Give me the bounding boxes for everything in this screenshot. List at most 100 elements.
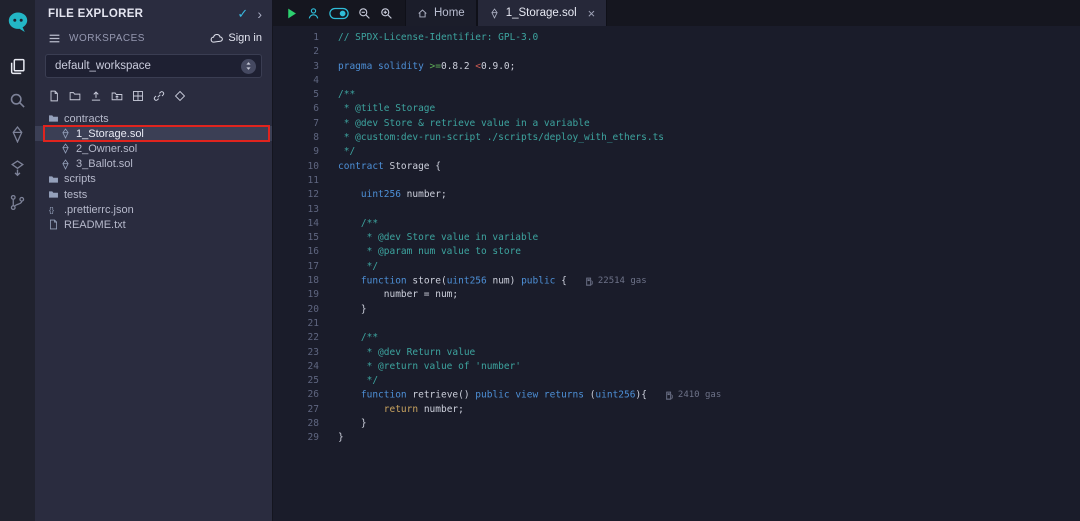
git-icon[interactable]	[0, 185, 35, 219]
tree-item-scripts[interactable]: scripts	[35, 172, 272, 187]
folder-icon	[48, 174, 59, 185]
tree-item-label: 1_Storage.sol	[76, 128, 144, 140]
deploy-run-icon[interactable]	[0, 151, 35, 185]
code-line-7[interactable]: * @dev Store & retrieve value in a varia…	[338, 117, 1080, 131]
line-number: 8	[273, 131, 319, 145]
sign-in-button[interactable]: Sign in	[210, 32, 262, 45]
file-tree: contracts 1_Storage.sol2_Owner.sol3_Ballo…	[35, 111, 272, 233]
chevron-right-icon[interactable]: ›	[257, 7, 262, 21]
svg-text:{}: {}	[49, 205, 55, 214]
menu-icon[interactable]	[48, 32, 61, 45]
line-number: 17	[273, 260, 319, 274]
search-icon[interactable]	[0, 83, 35, 117]
folder-icon	[48, 189, 59, 200]
code-line-11[interactable]	[338, 174, 1080, 188]
editor-toolbar	[273, 0, 405, 26]
code-line-16[interactable]: * @param num value to store	[338, 245, 1080, 259]
code-line-20[interactable]: }	[338, 303, 1080, 317]
zoom-out-icon[interactable]	[358, 7, 371, 20]
code-line-22[interactable]: /**	[338, 331, 1080, 345]
code-line-21[interactable]	[338, 317, 1080, 331]
code-line-24[interactable]: * @return value of 'number'	[338, 360, 1080, 374]
code-line-6[interactable]: * @title Storage	[338, 102, 1080, 116]
remix-logo-icon[interactable]	[0, 5, 35, 39]
editor-area: Home1_Storage.sol× 123456789101112131415…	[273, 0, 1080, 521]
line-number: 19	[273, 288, 319, 302]
line-number: 14	[273, 217, 319, 231]
code-line-14[interactable]: /**	[338, 217, 1080, 231]
updown-stepper-icon[interactable]	[241, 59, 256, 74]
new-file-icon[interactable]	[48, 90, 60, 102]
line-number: 24	[273, 360, 319, 374]
tree-item-.prettierrc.json[interactable]: {}.prettierrc.json	[35, 202, 272, 217]
tree-item-2_Owner.sol[interactable]: 2_Owner.sol	[35, 141, 272, 156]
code-line-2[interactable]	[338, 45, 1080, 59]
close-tab-icon[interactable]: ×	[588, 7, 596, 20]
copilot-toggle-icon[interactable]	[329, 7, 349, 20]
tree-item-README.txt[interactable]: README.txt	[35, 217, 272, 232]
tree-item-contracts[interactable]: contracts	[35, 111, 272, 126]
code-line-27[interactable]: return number;	[338, 403, 1080, 417]
solidity-icon	[60, 159, 71, 170]
gas-estimate-text: 2410 gas	[678, 388, 721, 402]
new-folder-icon[interactable]	[69, 90, 81, 102]
workspace-select-value: default_workspace	[55, 60, 235, 72]
code-line-4[interactable]	[338, 74, 1080, 88]
code-line-18[interactable]: function store(uint256 num) public {2251…	[338, 274, 1080, 288]
file-explorer-toolbar	[35, 82, 272, 108]
line-number: 28	[273, 417, 319, 431]
code-line-26[interactable]: function retrieve() public view returns …	[338, 388, 1080, 402]
link-icon[interactable]	[153, 90, 165, 102]
file-explorer-icon[interactable]	[0, 49, 35, 83]
upload-folder-icon[interactable]	[111, 90, 123, 102]
json-icon: {}	[48, 204, 59, 215]
tree-item-label: tests	[64, 189, 87, 201]
upload-file-icon[interactable]	[90, 90, 102, 102]
line-number: 16	[273, 245, 319, 259]
tree-item-label: contracts	[64, 113, 109, 125]
code-line-28[interactable]: }	[338, 417, 1080, 431]
load-box-icon[interactable]	[132, 90, 144, 102]
line-number: 12	[273, 188, 319, 202]
code-line-29[interactable]: }	[338, 431, 1080, 445]
line-number: 13	[273, 203, 319, 217]
solidity-icon	[60, 143, 71, 154]
ai-assistant-icon[interactable]	[307, 7, 320, 20]
code-line-3[interactable]: pragma solidity >=0.8.2 <0.9.0;	[338, 60, 1080, 74]
tree-item-3_Ballot.sol[interactable]: 3_Ballot.sol	[35, 157, 272, 172]
code-line-10[interactable]: contract Storage {	[338, 160, 1080, 174]
line-number: 1	[273, 31, 319, 45]
code-line-5[interactable]: /**	[338, 88, 1080, 102]
code-area[interactable]: // SPDX-License-Identifier: GPL-3.0 pragm…	[319, 31, 1080, 521]
tab-Home[interactable]: Home	[405, 0, 477, 26]
code-line-25[interactable]: */	[338, 374, 1080, 388]
line-number: 4	[273, 74, 319, 88]
tree-item-1_Storage.sol[interactable]: 1_Storage.sol	[35, 126, 272, 141]
code-line-17[interactable]: */	[338, 260, 1080, 274]
code-line-15[interactable]: * @dev Store value in variable	[338, 231, 1080, 245]
line-number: 5	[273, 88, 319, 102]
editor-body: 1234567891011121314151617181920212223242…	[273, 26, 1080, 521]
workspace-select[interactable]: default_workspace	[45, 54, 262, 78]
run-script-icon[interactable]	[285, 7, 298, 20]
zoom-in-icon[interactable]	[380, 7, 393, 20]
line-number: 29	[273, 431, 319, 445]
line-number: 15	[273, 231, 319, 245]
line-number: 25	[273, 374, 319, 388]
line-number: 11	[273, 174, 319, 188]
tab-1_Storage.sol[interactable]: 1_Storage.sol×	[477, 0, 608, 26]
code-line-8[interactable]: * @custom:dev-run-script ./scripts/deplo…	[338, 131, 1080, 145]
code-line-1[interactable]: // SPDX-License-Identifier: GPL-3.0	[338, 31, 1080, 45]
activity-bar	[0, 0, 35, 521]
code-line-13[interactable]	[338, 203, 1080, 217]
tree-item-tests[interactable]: tests	[35, 187, 272, 202]
code-line-23[interactable]: * @dev Return value	[338, 346, 1080, 360]
solidity-compiler-icon[interactable]	[0, 117, 35, 151]
code-line-9[interactable]: */	[338, 145, 1080, 159]
editor-tabbar: Home1_Storage.sol×	[273, 0, 1080, 26]
code-line-19[interactable]: number = num;	[338, 288, 1080, 302]
gist-diamond-icon[interactable]	[174, 90, 186, 102]
check-icon[interactable]: ✓	[237, 7, 248, 20]
sign-in-label: Sign in	[228, 32, 262, 44]
code-line-12[interactable]: uint256 number;	[338, 188, 1080, 202]
